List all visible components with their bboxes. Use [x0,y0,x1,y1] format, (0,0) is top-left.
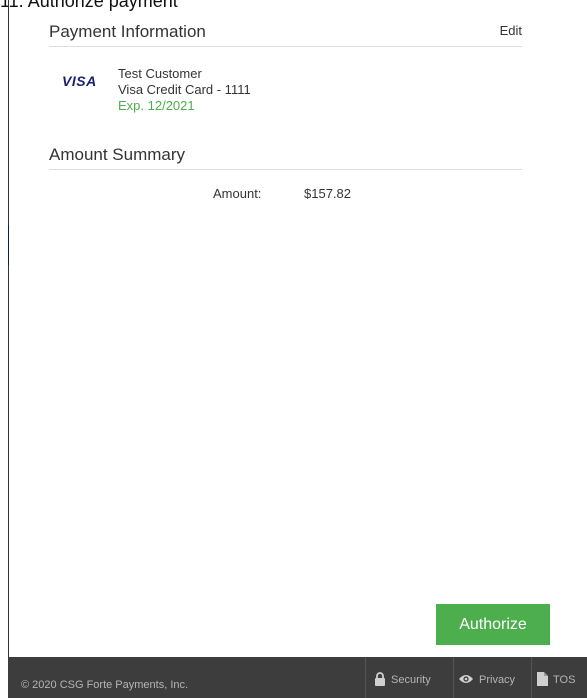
privacy-label: Privacy [479,674,516,686]
eye-icon [458,673,474,688]
left-border-accent [8,225,9,265]
tos-label: TOS [553,674,576,686]
edit-payment-link[interactable]: Edit [500,23,522,38]
payment-info-header: Payment Information Edit [49,22,522,47]
security-link[interactable]: Security [374,670,431,690]
copyright-text: © 2020 CSG Forte Payments, Inc. [21,679,189,691]
amount-value: $157.82 [304,186,351,201]
card-details: Test Customer Visa Credit Card - 1111 Ex… [118,66,251,114]
amount-summary-title: Amount Summary [49,145,186,164]
card-description: Visa Credit Card - 1111 [118,82,251,97]
left-border [8,0,9,657]
step-title: 11. Authorize payment [0,0,178,11]
footer-divider [453,657,454,698]
visa-logo: VISA [62,73,97,89]
privacy-link[interactable]: Privacy [458,670,515,690]
amount-label: Amount: [213,186,262,201]
footer: © 2020 CSG Forte Payments, Inc. Security… [8,657,587,698]
footer-divider [365,657,366,698]
customer-name: Test Customer [118,66,202,81]
authorize-button[interactable]: Authorize [436,604,550,645]
tos-link[interactable]: TOS [537,670,575,690]
card-expiration: Exp. 12/2021 [118,98,195,113]
document-icon [537,671,548,689]
security-label: Security [391,674,431,686]
footer-divider [531,657,532,698]
payment-info-title: Payment Information [49,22,206,41]
lock-icon [374,671,386,689]
payment-frame: 11. Authorize payment Payment Informatio… [0,0,587,698]
amount-summary-header: Amount Summary [49,145,522,170]
